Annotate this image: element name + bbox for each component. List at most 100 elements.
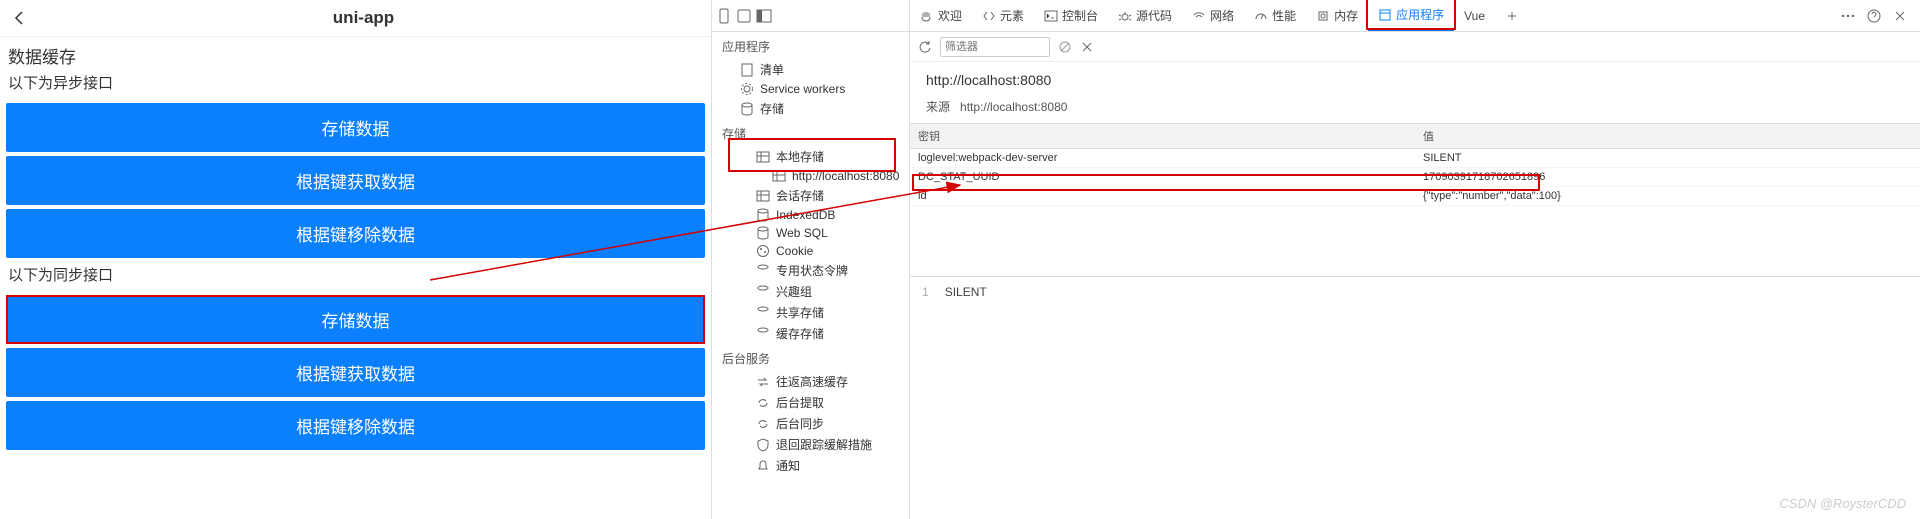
hand-icon: [920, 9, 934, 23]
sidebar-storage-section: 存储: [712, 119, 909, 146]
sidebar-storage-label: 存储: [760, 100, 784, 117]
tab-elements[interactable]: 元素: [972, 0, 1034, 31]
more-icon[interactable]: [1840, 8, 1856, 24]
sidebar-bgfetch[interactable]: 后台提取: [712, 392, 909, 413]
sidebar-storage-summary[interactable]: 存储: [712, 98, 909, 119]
sidebar-bfcache-label: 往返高速缓存: [776, 373, 848, 390]
tab-application[interactable]: 应用程序: [1368, 0, 1454, 31]
block-icon[interactable]: [1058, 40, 1072, 54]
memory-icon: [1316, 9, 1330, 23]
table-row[interactable]: DC_STAT_UUID17090391718702651896: [910, 168, 1920, 187]
sidebar-cookie-label: Cookie: [776, 244, 813, 258]
col-key[interactable]: 密钥: [910, 124, 1415, 149]
sidebar-indexeddb[interactable]: IndexedDB: [712, 206, 909, 224]
cell-key: DC_STAT_UUID: [910, 168, 1415, 187]
cell-key: id: [910, 187, 1415, 206]
sidebar-tt-label: 专用状态令牌: [776, 262, 848, 279]
help-icon[interactable]: [1866, 8, 1882, 24]
sidebar-manifest-label: 清单: [760, 61, 784, 78]
sync-icon: [756, 396, 770, 410]
wifi-icon: [1192, 9, 1206, 23]
dock-icon[interactable]: [756, 8, 772, 24]
close-icon[interactable]: [1892, 8, 1908, 24]
btn-remove-async[interactable]: 根据键移除数据: [6, 209, 705, 258]
btn-store-async[interactable]: 存储数据: [6, 103, 705, 152]
sidebar-ig-label: 兴趣组: [776, 283, 812, 300]
sidebar-websql-label: Web SQL: [776, 226, 828, 240]
refresh-icon[interactable]: [918, 40, 932, 54]
sidebar-bfcache[interactable]: 往返高速缓存: [712, 371, 909, 392]
sidebar-notifications[interactable]: 通知: [712, 455, 909, 476]
clear-icon[interactable]: [1080, 40, 1094, 54]
tab-sources-label: 源代码: [1136, 7, 1172, 24]
tab-vue[interactable]: Vue: [1454, 0, 1495, 31]
swap-icon: [756, 375, 770, 389]
sidebar-trust-tokens[interactable]: 专用状态令牌: [712, 260, 909, 281]
sidebar-manifest[interactable]: 清单: [712, 59, 909, 80]
table-row[interactable]: id{"type":"number","data":100}: [910, 187, 1920, 206]
sidebar-local-label: 本地存储: [776, 148, 824, 165]
sidebar-ss-label: 共享存储: [776, 304, 824, 321]
sidebar-bounce-label: 退回跟踪缓解措施: [776, 436, 872, 453]
sidebar-shared-storage[interactable]: 共享存储: [712, 302, 909, 323]
sidebar-local-origin[interactable]: http://localhost:8080: [712, 167, 909, 185]
cookie-icon: [756, 244, 770, 258]
tab-network[interactable]: 网络: [1182, 0, 1244, 31]
table-row[interactable]: loglevel:webpack-dev-serverSILENT: [910, 149, 1920, 168]
tab-welcome-label: 欢迎: [938, 7, 962, 24]
viewer-value: SILENT: [945, 285, 987, 299]
app-title: uni-app: [28, 8, 699, 28]
sidebar-bg-section: 后台服务: [712, 344, 909, 371]
database-icon: [756, 327, 770, 341]
database-icon: [740, 102, 754, 116]
storage-heading: http://localhost:8080: [910, 62, 1920, 94]
sidebar-bgfetch-label: 后台提取: [776, 394, 824, 411]
cell-value: 17090391718702651896: [1415, 168, 1920, 187]
tab-console[interactable]: 控制台: [1034, 0, 1108, 31]
grid-icon: [756, 189, 770, 203]
sidebar-bgsync-label: 后台同步: [776, 415, 824, 432]
sidebar-app-section: 应用程序: [712, 32, 909, 59]
sidebar-session-label: 会话存储: [776, 187, 824, 204]
shield-icon: [756, 438, 770, 452]
sidebar-bgsync[interactable]: 后台同步: [712, 413, 909, 434]
tab-performance[interactable]: 性能: [1244, 0, 1306, 31]
col-value[interactable]: 值: [1415, 124, 1920, 149]
device-mobile-icon[interactable]: [716, 8, 732, 24]
sync-icon: [756, 417, 770, 431]
cell-value: {"type":"number","data":100}: [1415, 187, 1920, 206]
sidebar-local-origin-label: http://localhost:8080: [792, 169, 899, 183]
database-icon: [756, 208, 770, 222]
tab-memory[interactable]: 内存: [1306, 0, 1368, 31]
device-tablet-icon[interactable]: [736, 8, 752, 24]
sidebar-interest-groups[interactable]: 兴趣组: [712, 281, 909, 302]
filter-input[interactable]: [940, 37, 1050, 57]
async-label: 以下为异步接口: [0, 70, 711, 99]
origin-line: 来源 http://localhost:8080: [910, 94, 1920, 123]
tab-welcome[interactable]: 欢迎: [910, 0, 972, 31]
sidebar-session-storage[interactable]: 会话存储: [712, 185, 909, 206]
sidebar-cookie[interactable]: Cookie: [712, 242, 909, 260]
back-icon[interactable]: [12, 10, 28, 26]
console-icon: [1044, 9, 1058, 23]
sidebar-cache-storage[interactable]: 缓存存储: [712, 323, 909, 344]
btn-remove-sync[interactable]: 根据键移除数据: [6, 401, 705, 450]
sidebar-websql[interactable]: Web SQL: [712, 224, 909, 242]
devtools-top-tabs: 欢迎 元素 控制台 源代码 网络 性能 内存 应用程序 Vue: [910, 0, 1920, 32]
top-tabs-right: [1840, 8, 1920, 24]
database-icon: [756, 264, 770, 278]
origin-label: 来源: [926, 100, 950, 114]
plus-icon: [1505, 9, 1519, 23]
value-viewer: 1 SILENT: [910, 276, 1920, 307]
tab-add[interactable]: [1495, 0, 1529, 31]
sidebar-local-storage[interactable]: 本地存储: [712, 146, 909, 167]
sidebar-idb-label: IndexedDB: [776, 208, 835, 222]
btn-get-async[interactable]: 根据键获取数据: [6, 156, 705, 205]
sidebar-service-workers[interactable]: Service workers: [712, 80, 909, 98]
sidebar-notif-label: 通知: [776, 457, 800, 474]
btn-store-sync[interactable]: 存储数据: [6, 295, 705, 344]
sidebar-bounce[interactable]: 退回跟踪缓解措施: [712, 434, 909, 455]
btn-get-sync[interactable]: 根据键获取数据: [6, 348, 705, 397]
tab-app-label: 应用程序: [1396, 6, 1444, 23]
tab-sources[interactable]: 源代码: [1108, 0, 1182, 31]
